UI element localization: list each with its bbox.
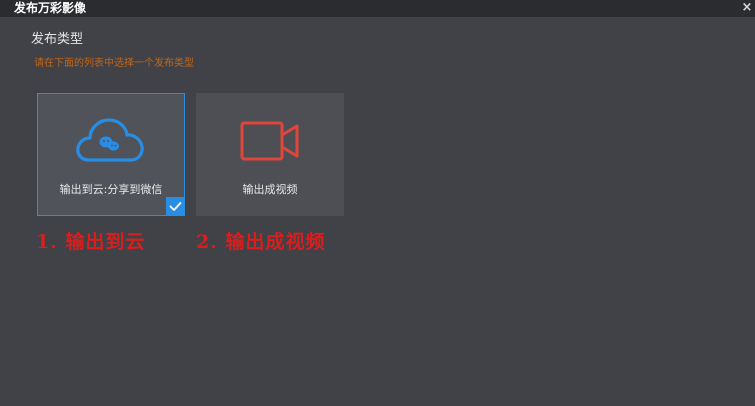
cloud-wechat-icon xyxy=(38,116,184,166)
option-label-video: 输出成视频 xyxy=(242,183,298,196)
option-label-cloud: 输出到云:分享到微信 xyxy=(59,183,163,196)
section-title: 发布类型 xyxy=(31,32,84,47)
window-title: 发布万彩影像 xyxy=(14,1,87,15)
check-icon xyxy=(166,197,185,216)
close-button[interactable]: × xyxy=(741,0,753,17)
hint-text: 请在下面的列表中选择一个发布类型 xyxy=(34,58,194,69)
option-card-cloud[interactable]: 输出到云:分享到微信 xyxy=(37,93,185,216)
option-card-video[interactable]: 输出成视频 xyxy=(196,93,344,216)
title-bar: 发布万彩影像 × xyxy=(0,0,755,17)
video-camera-icon xyxy=(197,116,343,166)
annotation-1: 1. 输出到云 xyxy=(36,231,146,253)
annotation-2: 2. 输出成视频 xyxy=(196,231,326,253)
